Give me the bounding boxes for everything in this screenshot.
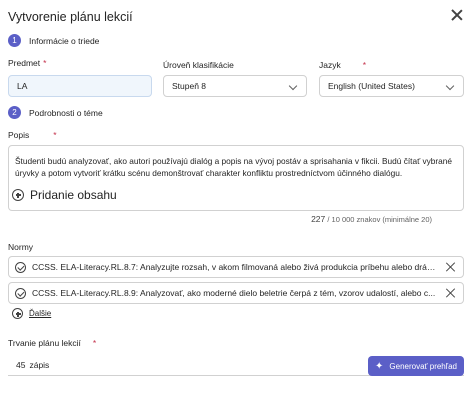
duration-label: Trvanie plánu lekcií * xyxy=(8,338,97,348)
more-label: Ďalšie xyxy=(29,309,52,318)
language-select[interactable]: English (United States) xyxy=(319,75,464,97)
step-class-info: 1 Informácie o triede xyxy=(8,34,99,47)
char-counter: 227 / 10 000 znakov (minimálne 20) xyxy=(311,214,432,224)
dialog-title: Vytvorenie plánu lekcií xyxy=(8,10,133,24)
standard-chip: CCSS. ELA-Literacy.RL.8.9: Analyzovať, a… xyxy=(8,282,464,304)
generate-overview-button[interactable]: ✦ Generovať prehľad xyxy=(368,356,464,376)
grade-select[interactable]: Stupeň 8 xyxy=(163,75,307,97)
add-circle-icon xyxy=(12,308,23,319)
step-label: Informácie o triede xyxy=(29,35,100,46)
remove-icon[interactable] xyxy=(446,262,456,272)
more-standards-button[interactable]: Ďalšie xyxy=(12,308,51,319)
add-content-label: Pridanie obsahu xyxy=(30,188,117,202)
generate-label: Generovať prehľad xyxy=(389,361,457,371)
add-content-button[interactable]: Pridanie obsahu xyxy=(12,188,117,202)
dialog-header: Vytvorenie plánu lekcií xyxy=(0,0,474,30)
description-label: Popis * xyxy=(8,130,57,140)
standard-text: CCSS. ELA-Literacy.RL.8.9: Analyzovať, a… xyxy=(32,288,436,298)
standard-chip: CCSS. ELA-Literacy.RL.8.7: Analyzujte ro… xyxy=(8,256,464,278)
sparkle-icon: ✦ xyxy=(375,360,384,372)
close-icon[interactable] xyxy=(450,8,464,22)
chevron-down-icon xyxy=(445,81,455,91)
standards-label: Normy xyxy=(8,242,34,252)
step-topic-details: 2 Podrobnosti o téme xyxy=(8,106,103,119)
remove-icon[interactable] xyxy=(446,288,456,298)
step-label: Podrobnosti o téme xyxy=(29,107,103,118)
add-circle-icon xyxy=(12,189,24,201)
subject-input[interactable]: LA xyxy=(8,75,152,97)
step-number: 1 xyxy=(8,34,21,47)
standard-text: CCSS. ELA-Literacy.RL.8.7: Analyzujte ro… xyxy=(32,262,439,272)
chevron-down-icon xyxy=(288,81,298,91)
language-label: Jazyk * xyxy=(319,60,367,70)
step-number: 2 xyxy=(8,106,21,119)
checkmark-icon xyxy=(15,261,26,273)
checkmark-icon xyxy=(15,287,26,299)
grade-label: Úroveň klasifikácie xyxy=(163,60,234,70)
subject-label: Predmet * xyxy=(8,58,47,68)
description-text[interactable]: Študenti budú analyzovať, ako autori pou… xyxy=(15,155,455,179)
